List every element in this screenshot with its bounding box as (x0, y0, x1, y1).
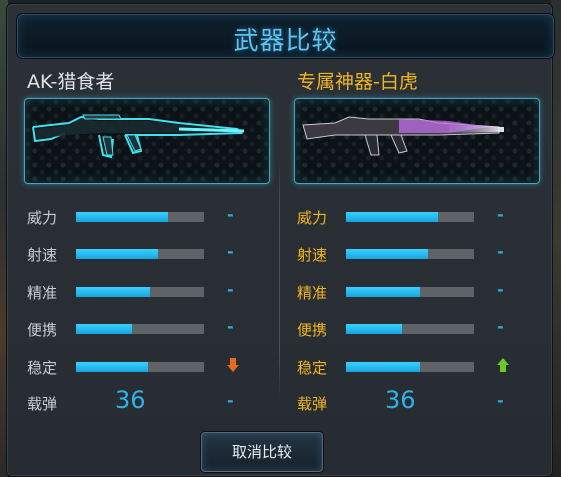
stat-label: 载弹 (27, 395, 58, 413)
stat-row-fire-rate: 射速 - (27, 242, 277, 264)
stat-row-power: 威力 - (27, 205, 277, 227)
stat-label: 威力 (27, 209, 58, 227)
left-weapon-name: AK-猎食者 (27, 71, 115, 93)
stat-label: 稳定 (297, 359, 328, 377)
stat-change: - (497, 205, 504, 224)
down-arrow-icon (227, 358, 239, 372)
stat-change: - (497, 242, 504, 261)
stat-change: - (497, 391, 504, 410)
stat-bar (345, 361, 475, 373)
stat-row-portability: 便携 - (297, 317, 547, 339)
right-weapon-name: 专属神器-白虎 (297, 71, 418, 93)
stat-change: - (227, 391, 234, 410)
stat-bar (345, 248, 475, 260)
stat-row-fire-rate: 射速 - (297, 242, 547, 264)
stat-bar (75, 286, 205, 298)
stat-bar (345, 286, 475, 298)
stat-label: 便携 (297, 321, 328, 339)
up-arrow-icon (497, 358, 509, 372)
stat-bar (75, 323, 205, 335)
stat-label: 射速 (297, 246, 328, 264)
right-weapon-frame (294, 98, 540, 184)
left-weapon-frame (24, 98, 270, 184)
stat-change: - (497, 280, 504, 299)
stat-change: - (227, 317, 234, 336)
cancel-compare-button[interactable]: 取消比较 (201, 432, 323, 472)
stat-change: - (227, 242, 234, 261)
ammo-value: 36 (115, 386, 146, 414)
stat-label: 载弹 (297, 395, 328, 413)
stat-row-portability: 便携 - (27, 317, 277, 339)
ak-rifle-icon (32, 114, 245, 159)
column-divider (279, 160, 280, 400)
stat-change: - (497, 317, 504, 336)
stat-row-stability: 稳定 (27, 357, 277, 377)
stat-row-ammo: 载弹 36 - (27, 386, 277, 414)
stat-row-accuracy: 精准 - (27, 280, 277, 302)
stat-label: 射速 (27, 246, 58, 264)
stat-bar (345, 323, 475, 335)
ammo-value: 36 (385, 386, 416, 414)
title-bar: 武器比较 (17, 14, 554, 58)
stat-change: - (227, 280, 234, 299)
stat-bar (345, 211, 475, 223)
stat-label: 威力 (297, 209, 328, 227)
white-tiger-rifle-icon (302, 116, 504, 156)
stat-bar (75, 248, 205, 260)
stat-row-accuracy: 精准 - (297, 280, 547, 302)
stat-label: 精准 (297, 284, 328, 302)
stat-change: - (227, 205, 234, 224)
stat-label: 精准 (27, 284, 58, 302)
stat-bar (75, 361, 205, 373)
stat-row-power: 威力 - (297, 205, 547, 227)
stat-bar (75, 211, 205, 223)
stat-label: 稳定 (27, 359, 58, 377)
panel-title: 武器比较 (233, 26, 338, 55)
stat-row-ammo: 载弹 36 - (297, 386, 547, 414)
stat-label: 便携 (27, 321, 58, 339)
stat-row-stability: 稳定 (297, 357, 547, 377)
